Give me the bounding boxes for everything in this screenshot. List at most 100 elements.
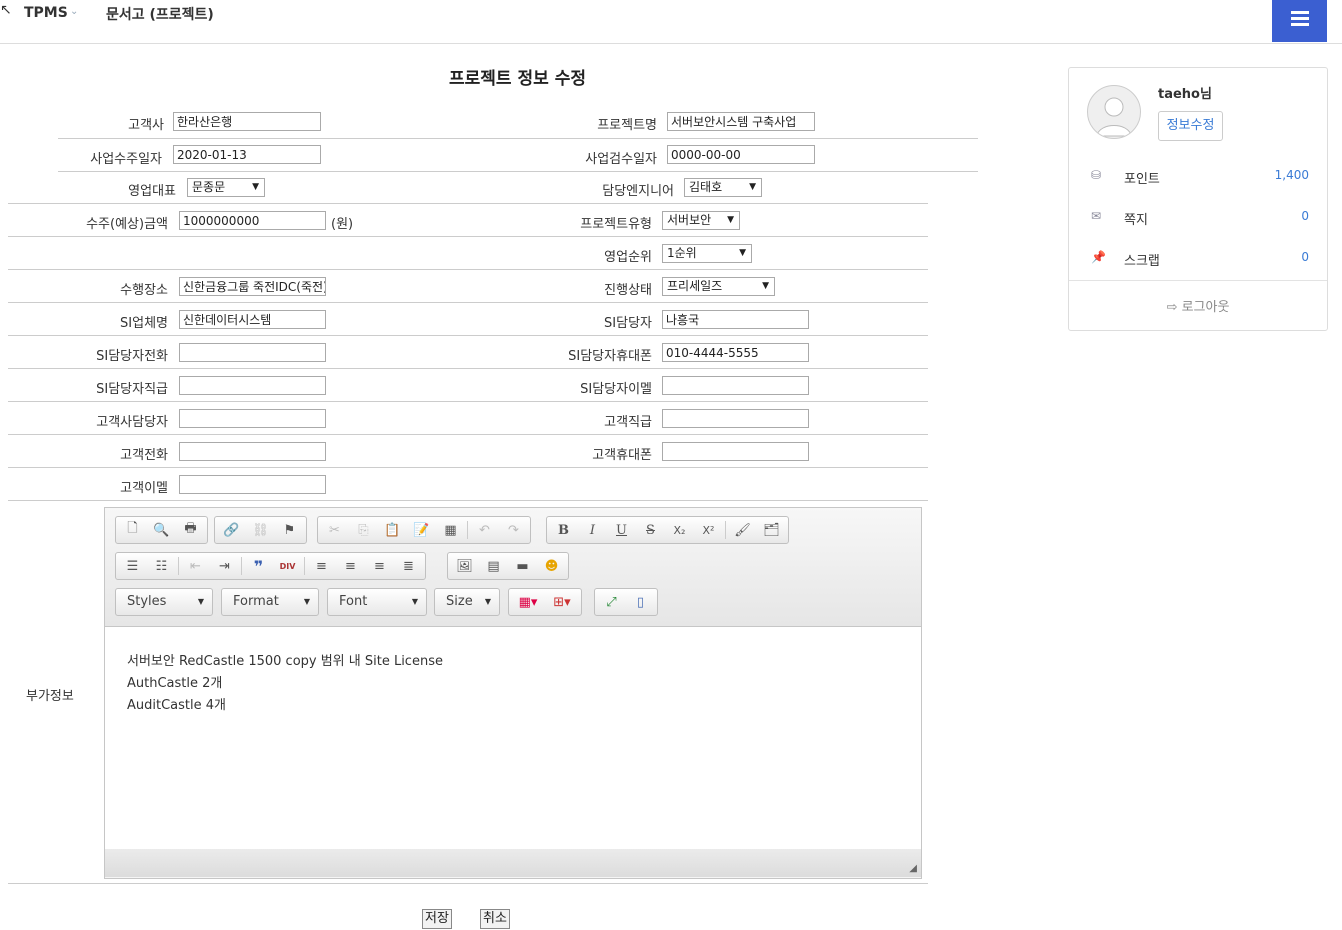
table-icon[interactable]: ▤ bbox=[479, 554, 508, 578]
paste-word-icon[interactable]: ▦ bbox=[436, 518, 465, 542]
strikethrough-icon[interactable]: S bbox=[636, 518, 665, 542]
points-row[interactable]: ⛁ 포인트 1,400 bbox=[1069, 168, 1327, 190]
cancel-button[interactable]: 취소 bbox=[480, 909, 510, 929]
row-divider bbox=[8, 236, 928, 237]
customer-manager-label: 고객사담당자 bbox=[96, 415, 168, 430]
format-combo[interactable]: Format ▼ bbox=[221, 588, 319, 616]
database-icon: ⛁ bbox=[1091, 168, 1102, 182]
align-left-icon[interactable]: ≡ bbox=[307, 554, 336, 578]
undo-icon[interactable]: ↶ bbox=[470, 518, 499, 542]
copy-icon[interactable]: ⎘ bbox=[349, 518, 378, 542]
engineer-select[interactable]: 김태호 ▼ bbox=[684, 178, 762, 197]
preview-icon[interactable]: 🔍 bbox=[147, 518, 176, 542]
unlink-icon[interactable]: ⛓ bbox=[246, 518, 275, 542]
customer-phone-input[interactable] bbox=[179, 442, 326, 461]
si-mobile-input[interactable]: 010-4444-5555 bbox=[662, 343, 809, 362]
si-company-input[interactable]: 신한데이터시스템 bbox=[179, 310, 326, 329]
order-date-input[interactable]: 2020-01-13 bbox=[173, 145, 321, 164]
cut-icon[interactable]: ✂ bbox=[320, 518, 349, 542]
si-position-input[interactable] bbox=[179, 376, 326, 395]
points-label: 포인트 bbox=[1124, 172, 1160, 187]
sales-rep-select[interactable]: 문종문 ▼ bbox=[187, 178, 265, 197]
toolbar-separator bbox=[241, 557, 242, 575]
row-divider bbox=[8, 269, 928, 270]
create-div-icon[interactable]: DIV bbox=[273, 554, 302, 578]
location-label: 수행장소 bbox=[120, 283, 168, 298]
redo-icon[interactable]: ↷ bbox=[499, 518, 528, 542]
paste-text-icon[interactable]: 📝 bbox=[407, 518, 436, 542]
superscript-icon[interactable]: X² bbox=[694, 518, 723, 542]
link-icon[interactable]: 🔗 bbox=[217, 518, 246, 542]
toolbar-separator bbox=[178, 557, 179, 575]
underline-icon[interactable]: U bbox=[607, 518, 636, 542]
show-blocks-icon[interactable]: ▯ bbox=[626, 590, 655, 614]
si-manager-input[interactable]: 나흥국 bbox=[662, 310, 809, 329]
image-icon[interactable]: 🖼 bbox=[450, 554, 479, 578]
edit-profile-button[interactable]: 정보수정 bbox=[1158, 111, 1223, 141]
si-manager-label: SI담당자 bbox=[604, 316, 652, 331]
inspection-date-input[interactable]: 0000-00-00 bbox=[667, 145, 815, 164]
project-type-select[interactable]: 서버보안 ▼ bbox=[662, 211, 740, 230]
pin-icon: 📌 bbox=[1091, 250, 1106, 264]
horizontal-rule-icon[interactable]: ▬ bbox=[508, 554, 537, 578]
points-value: 1,400 bbox=[1274, 168, 1309, 182]
size-combo[interactable]: Size ▼ bbox=[434, 588, 500, 616]
print-icon[interactable]: 🖶 bbox=[176, 518, 205, 542]
customer-input[interactable]: 한라산은행 bbox=[173, 112, 321, 131]
subscript-icon[interactable]: X₂ bbox=[665, 518, 694, 542]
bulleted-list-icon[interactable]: ☷ bbox=[147, 554, 176, 578]
editor-content-area[interactable]: 서버보안 RedCastle 1500 copy 범위 내 Site Licen… bbox=[105, 627, 921, 849]
scrap-row[interactable]: 📌 스크랩 0 bbox=[1069, 250, 1327, 272]
outdent-icon[interactable]: ⇤ bbox=[181, 554, 210, 578]
hamburger-menu-button[interactable] bbox=[1272, 0, 1327, 42]
customer-email-input[interactable] bbox=[179, 475, 326, 494]
customer-manager-input[interactable] bbox=[179, 409, 326, 428]
maximize-icon[interactable]: ⤢ bbox=[597, 590, 626, 614]
progress-select[interactable]: 프리세일즈 ▼ bbox=[662, 277, 775, 296]
save-button[interactable]: 저장 bbox=[422, 909, 452, 929]
si-email-input[interactable] bbox=[662, 376, 809, 395]
align-justify-icon[interactable]: ≣ bbox=[394, 554, 423, 578]
si-phone-input[interactable] bbox=[179, 343, 326, 362]
blockquote-icon[interactable]: ❞ bbox=[244, 554, 273, 578]
bold-icon[interactable]: B bbox=[549, 518, 578, 542]
sales-rep-label: 영업대표 bbox=[128, 184, 176, 199]
styles-combo[interactable]: Styles ▼ bbox=[115, 588, 213, 616]
memo-row[interactable]: ✉ 쪽지 0 bbox=[1069, 209, 1327, 231]
sales-rank-select[interactable]: 1순위 ▼ bbox=[662, 244, 752, 263]
hamburger-icon-line bbox=[1291, 23, 1309, 26]
brand-dropdown-caret-icon[interactable]: ⌄ bbox=[70, 6, 78, 17]
logout-link[interactable]: ⇨ 로그아웃 bbox=[1069, 296, 1327, 315]
document-group: 🗋 🔍 🖶 bbox=[115, 516, 208, 544]
sales-rep-value: 문종문 bbox=[192, 180, 226, 194]
align-right-icon[interactable]: ≡ bbox=[365, 554, 394, 578]
combo-arrow-icon: ▼ bbox=[411, 597, 418, 606]
resize-handle-icon[interactable]: ◢ bbox=[909, 863, 917, 874]
row-divider bbox=[58, 171, 978, 172]
numbered-list-icon[interactable]: ☰ bbox=[118, 554, 147, 578]
new-page-icon[interactable]: 🗋 bbox=[118, 518, 147, 542]
breadcrumb[interactable]: 문서고 (프로젝트) bbox=[106, 4, 214, 24]
indent-icon[interactable]: ⇥ bbox=[210, 554, 239, 578]
italic-icon[interactable]: I bbox=[578, 518, 607, 542]
font-combo[interactable]: Font ▼ bbox=[327, 588, 427, 616]
clipboard-group: ✂ ⎘ 📋 📝 ▦ ↶ ↷ bbox=[317, 516, 531, 544]
smiley-icon[interactable]: ☻ bbox=[537, 554, 566, 578]
customer-phone-label: 고객전화 bbox=[120, 448, 168, 463]
copy-format-brush-icon[interactable]: 🖌 bbox=[728, 518, 757, 542]
remove-format-icon[interactable]: 🗂 bbox=[757, 518, 786, 542]
customer-mobile-input[interactable] bbox=[662, 442, 809, 461]
background-color-icon[interactable]: ⊞▾ bbox=[545, 590, 579, 614]
project-name-input[interactable]: 서버보안시스템 구축사업 bbox=[667, 112, 815, 131]
align-center-icon[interactable]: ≡ bbox=[336, 554, 365, 578]
logout-icon: ⇨ bbox=[1166, 300, 1182, 315]
brand-link[interactable]: TPMS bbox=[24, 5, 68, 21]
paste-icon[interactable]: 📋 bbox=[378, 518, 407, 542]
customer-position-input[interactable] bbox=[662, 409, 809, 428]
text-color-icon[interactable]: ▦▾ bbox=[511, 590, 545, 614]
memo-label: 쪽지 bbox=[1124, 213, 1148, 228]
anchor-flag-icon[interactable]: ⚑ bbox=[275, 518, 304, 542]
page-title: 프로젝트 정보 수정 bbox=[449, 69, 586, 89]
location-input[interactable]: 신한금융그룹 죽전IDC(죽전) bbox=[179, 277, 326, 296]
amount-input[interactable]: 1000000000 bbox=[179, 211, 326, 230]
